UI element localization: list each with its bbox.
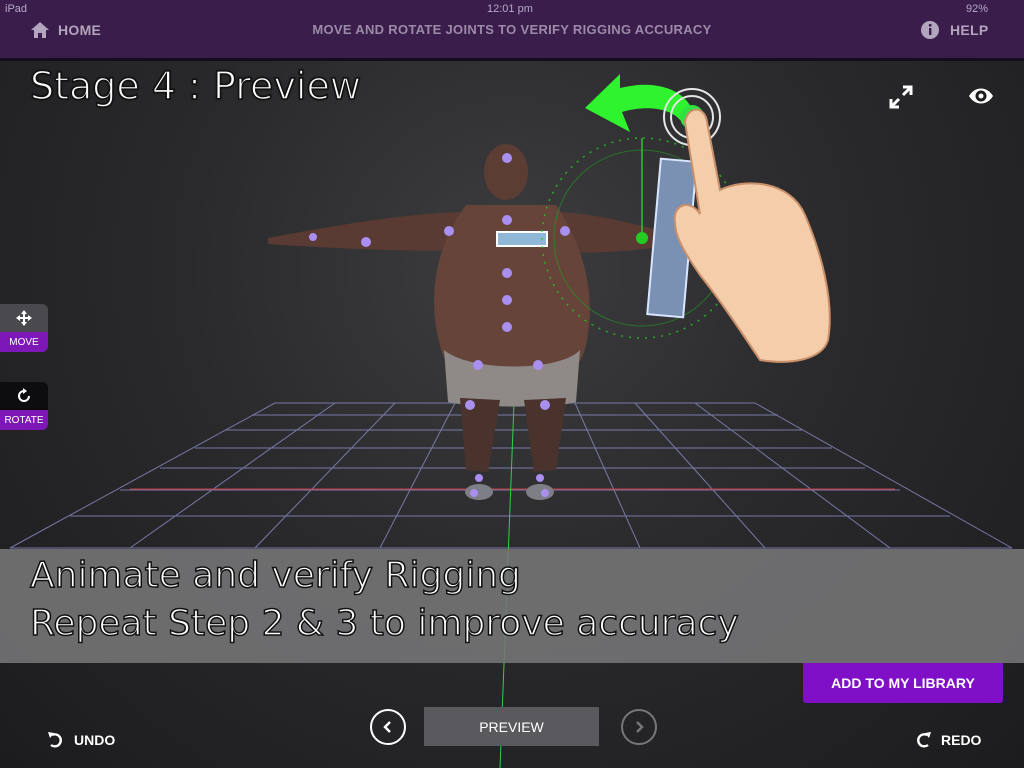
device-label: iPad [5, 3, 28, 15]
help-button[interactable]: HELP [920, 18, 989, 42]
chevron-right-icon [636, 721, 644, 733]
caption-line-2: Repeat Step 2 & 3 to improve accuracy [29, 602, 739, 645]
redo-button[interactable]: REDO [913, 730, 981, 750]
fullscreen-button[interactable] [888, 84, 914, 115]
tap-hand-icon [663, 88, 831, 363]
undo-button[interactable]: UNDO [46, 730, 115, 750]
instruction-caption: Animate and verify Rigging Repeat Step 2… [0, 549, 1024, 663]
rotate-arrow-icon [585, 74, 695, 132]
status-bar: iPad 12:01 pm 92% [0, 0, 1024, 18]
redo-icon [917, 732, 931, 748]
rotate-icon [0, 382, 48, 410]
move-arrows-icon [0, 304, 48, 332]
undo-label: UNDO [74, 732, 116, 748]
next-button[interactable] [621, 709, 657, 745]
previous-button[interactable] [370, 709, 406, 745]
battery-level: 92% [966, 3, 989, 15]
rotate-tool-button[interactable]: ROTATE [0, 382, 48, 430]
info-icon [921, 21, 939, 39]
character-model[interactable] [268, 144, 668, 500]
page-title: MOVE AND ROTATE JOINTS TO VERIFY RIGGING… [312, 22, 712, 37]
move-label: MOVE [0, 332, 48, 352]
visibility-button[interactable] [967, 84, 995, 113]
stage-title: Stage 4 : Preview [29, 63, 361, 109]
help-label: HELP [950, 22, 989, 38]
clock: 12:01 pm [487, 3, 533, 15]
rotate-label: ROTATE [0, 410, 48, 430]
undo-icon [48, 732, 62, 748]
redo-label: REDO [941, 732, 982, 748]
eye-icon [969, 88, 993, 104]
move-tool-button[interactable]: MOVE [0, 304, 48, 352]
add-to-library-button[interactable]: ADD TO MY LIBRARY [803, 663, 1003, 703]
expand-icon [889, 85, 913, 109]
caption-line-1: Animate and verify Rigging [29, 554, 521, 597]
preview-button[interactable]: PREVIEW [424, 707, 599, 746]
chevron-left-icon [383, 721, 391, 733]
